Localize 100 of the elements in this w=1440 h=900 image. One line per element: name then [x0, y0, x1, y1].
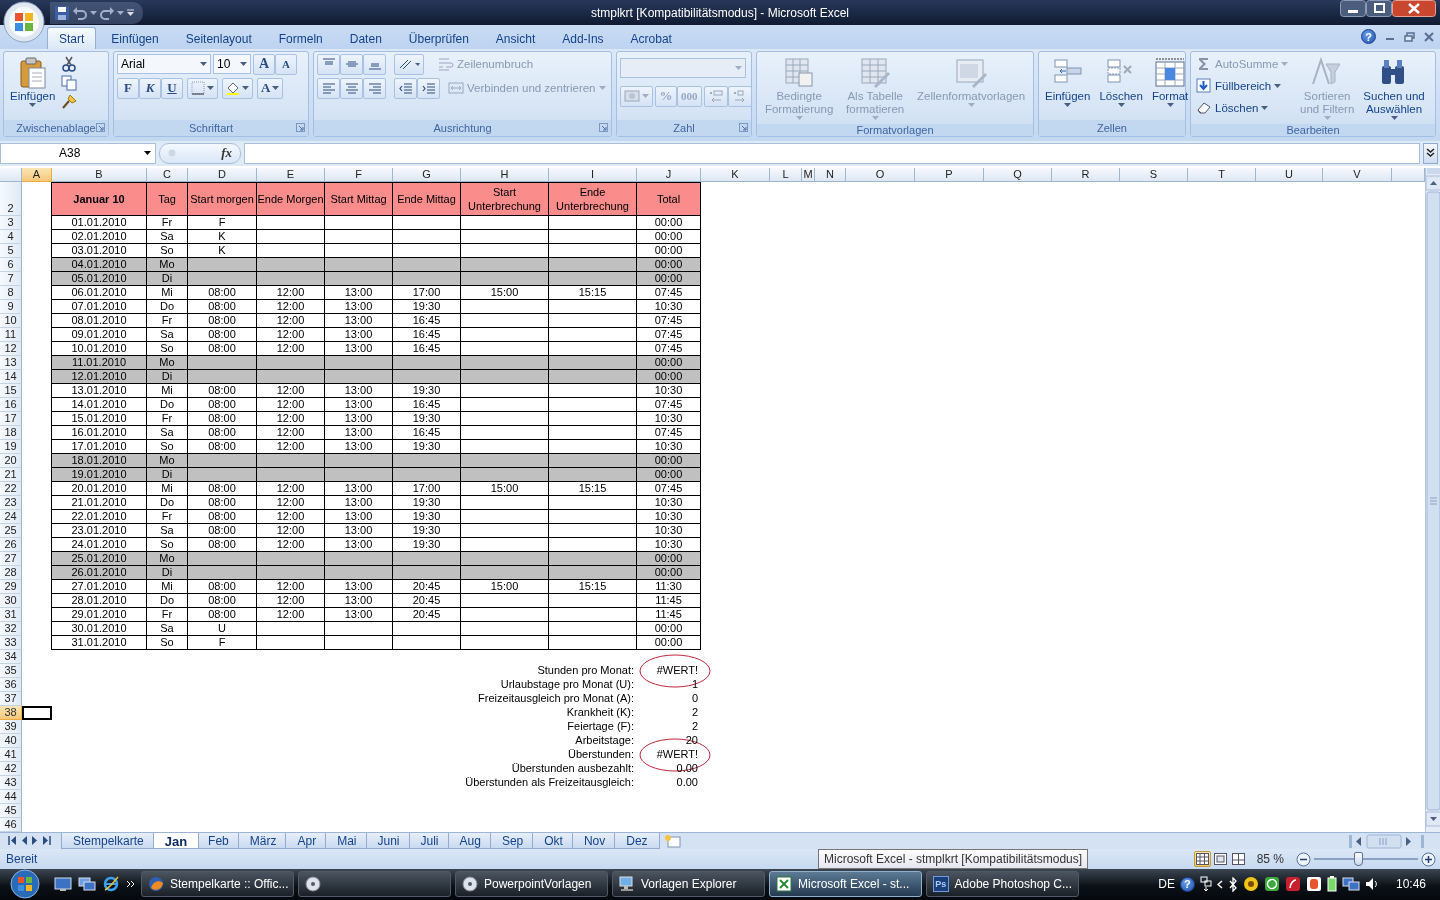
previous-sheet-icon[interactable] [21, 835, 27, 845]
language-indicator[interactable]: DE [1158, 877, 1175, 892]
column-header[interactable]: D [188, 167, 257, 182]
tray-app-icon[interactable] [1305, 876, 1322, 893]
sheet-tab[interactable]: Stempelkarte [61, 832, 156, 849]
column-header[interactable]: C [147, 167, 188, 182]
horizontal-scrollbar[interactable] [1349, 833, 1425, 849]
ribbon-button[interactable]: Löschen [1194, 97, 1294, 119]
align-center-icon[interactable] [344, 82, 359, 95]
chevron-icon[interactable] [126, 880, 135, 889]
column-header[interactable]: F [325, 167, 393, 182]
restore-icon[interactable] [1404, 31, 1415, 42]
brush-icon[interactable] [61, 93, 78, 110]
page-break-icon[interactable] [1231, 853, 1245, 866]
window-switch-icon[interactable] [78, 876, 96, 893]
help-button[interactable]: ? [1361, 29, 1376, 45]
increase-indent-icon[interactable] [421, 82, 436, 95]
ribbon-button[interactable]: Füllbereich [1194, 75, 1294, 97]
sheet-tab[interactable]: Okt [532, 832, 575, 849]
last-sheet-icon[interactable] [43, 835, 51, 845]
save-icon[interactable] [54, 4, 70, 21]
column-header[interactable]: K [701, 167, 770, 182]
column-header[interactable]: L [770, 167, 802, 182]
sheet-tab[interactable]: Mai [325, 832, 369, 849]
orientation-icon[interactable] [398, 58, 420, 71]
italic-button[interactable]: K [139, 77, 161, 99]
ribbon-tab[interactable]: Einfügen [99, 26, 171, 49]
font-size-field[interactable]: 10 [213, 54, 251, 75]
border-button[interactable] [187, 77, 218, 99]
ribbon-tab[interactable]: Daten [337, 26, 394, 49]
decrease-indent-icon[interactable] [398, 82, 413, 95]
zoom-out-icon[interactable] [1296, 851, 1311, 867]
dialog-launcher-icon[interactable] [599, 122, 608, 132]
sheet-tab[interactable]: Juli [408, 832, 451, 849]
maximize-icon[interactable] [1366, 0, 1392, 17]
column-header[interactable]: B [52, 167, 147, 182]
taskbar-button[interactable]: Vorlagen Explorer [612, 871, 765, 898]
ribbon-button[interactable]: Format [1148, 53, 1192, 118]
name-box[interactable]: A38 [0, 142, 156, 164]
grow-font-button[interactable]: A [253, 53, 275, 75]
tray-app-icon[interactable] [1242, 876, 1259, 893]
sync-icon[interactable] [1263, 876, 1280, 893]
column-header[interactable]: P [915, 167, 984, 182]
column-header[interactable]: M [802, 167, 815, 182]
close-icon[interactable] [1392, 0, 1436, 17]
ribbon-button[interactable]: Suchen und Auswählen [1360, 53, 1428, 122]
column-header[interactable]: J [637, 167, 701, 182]
column-header[interactable]: U [1256, 167, 1323, 182]
column-header[interactable]: N [815, 167, 846, 182]
column-header[interactable]: O [846, 167, 915, 182]
network-icon[interactable] [1341, 876, 1360, 893]
clock[interactable]: 10:46 [1395, 877, 1426, 892]
ribbon-button[interactable]: Löschen [1096, 53, 1146, 118]
taskbar-button[interactable]: Stempelkarte :: Offic... [141, 871, 294, 898]
font-color-button[interactable]: A [257, 77, 284, 99]
taskbar-button[interactable]: Microsoft Excel - st... [769, 871, 922, 898]
ribbon-tab[interactable]: Ansicht [483, 26, 548, 49]
dialog-launcher-icon[interactable] [296, 122, 305, 132]
align-left-icon[interactable] [321, 82, 336, 95]
font-field[interactable]: Arial [117, 54, 211, 75]
page-layout-icon[interactable] [1213, 853, 1227, 866]
formula-field[interactable] [244, 142, 1420, 164]
selected-cell[interactable] [22, 705, 52, 720]
sheet-tab[interactable]: Aug [447, 832, 493, 849]
column-header[interactable]: A [22, 167, 52, 182]
minimize-icon[interactable] [1340, 0, 1366, 17]
taskbar-button[interactable]: Ps Adobe Photoshop C... [926, 871, 1079, 898]
close-icon[interactable] [1424, 31, 1434, 42]
volume-icon[interactable] [1364, 877, 1379, 892]
desktop-icon[interactable] [54, 876, 72, 893]
ribbon-tab[interactable]: Acrobat [618, 26, 684, 49]
ribbon-tab[interactable]: Start [47, 26, 97, 49]
column-header[interactable]: I [549, 167, 637, 182]
ribbon-tab[interactable]: Überprüfen [396, 26, 481, 49]
battery-icon[interactable] [1326, 876, 1337, 893]
shrink-font-button[interactable]: A [275, 53, 297, 75]
scissors-icon[interactable] [61, 55, 78, 72]
column-header[interactable]: S [1120, 167, 1188, 182]
bold-button[interactable]: F [117, 77, 139, 99]
network-icon[interactable] [1199, 876, 1212, 893]
row-header[interactable]: 2 [0, 181, 22, 216]
dialog-launcher-icon[interactable] [96, 122, 105, 132]
column-header[interactable]: T [1188, 167, 1256, 182]
sheet-tab[interactable]: Dez [614, 832, 660, 849]
column-header[interactable]: H [461, 167, 549, 182]
bluetooth-icon[interactable] [1227, 876, 1238, 892]
zoom-in-icon[interactable] [1421, 851, 1436, 867]
ribbon-tab[interactable]: Seitenlayout [173, 26, 264, 49]
redo-icon[interactable] [99, 4, 115, 21]
insert-function-button[interactable]: fx [221, 145, 232, 162]
customize-icon[interactable] [126, 8, 135, 17]
zoom-slider[interactable] [1353, 852, 1363, 867]
column-header[interactable]: G [393, 167, 461, 182]
browser-icon[interactable] [102, 875, 120, 894]
next-sheet-icon[interactable] [32, 835, 38, 845]
normal-view-icon[interactable] [1195, 853, 1209, 866]
underline-button[interactable]: U [161, 77, 183, 99]
ribbon-button[interactable]: Einfügen [1042, 53, 1094, 118]
sheet-tab[interactable]: Juni [365, 832, 412, 849]
tray-app-icon[interactable] [1284, 876, 1301, 893]
